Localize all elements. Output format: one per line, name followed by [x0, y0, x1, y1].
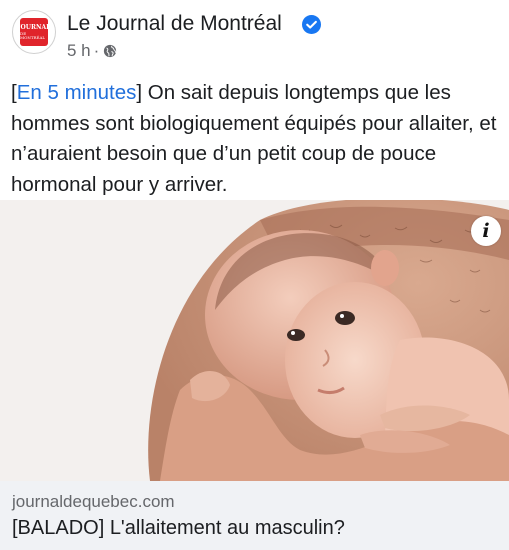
post-header: JOURNAL DE MONTRÉAL Le Journal de Montré…: [0, 0, 509, 72]
text-tag-link[interactable]: En 5 minutes: [17, 81, 137, 104]
logo-line-1: JOURNAL: [17, 23, 51, 31]
info-button[interactable]: i: [471, 216, 501, 246]
page-avatar[interactable]: JOURNAL DE MONTRÉAL: [12, 10, 56, 54]
logo-line-2: DE MONTRÉAL: [20, 30, 46, 40]
post-image[interactable]: i: [0, 200, 509, 481]
post-time[interactable]: 5 h: [67, 41, 91, 61]
meta-separator: ·: [93, 41, 100, 60]
link-title[interactable]: [BALADO] L'allaitement au masculin?: [12, 517, 345, 540]
info-icon: i: [482, 220, 490, 242]
post-meta: 5 h ·: [67, 41, 117, 61]
globe-icon[interactable]: [103, 44, 117, 58]
post-text: [En 5 minutes] On sait depuis longtemps …: [11, 78, 503, 200]
baby-photo-illustration: [0, 200, 509, 481]
link-preview-card[interactable]: journaldequebec.com [BALADO] L'allaiteme…: [0, 481, 509, 550]
page-name[interactable]: Le Journal de Montréal: [67, 12, 282, 36]
journal-logo-icon: JOURNAL DE MONTRÉAL: [17, 18, 51, 46]
link-domain: journaldequebec.com: [12, 492, 175, 511]
verified-badge-icon: [302, 15, 321, 34]
